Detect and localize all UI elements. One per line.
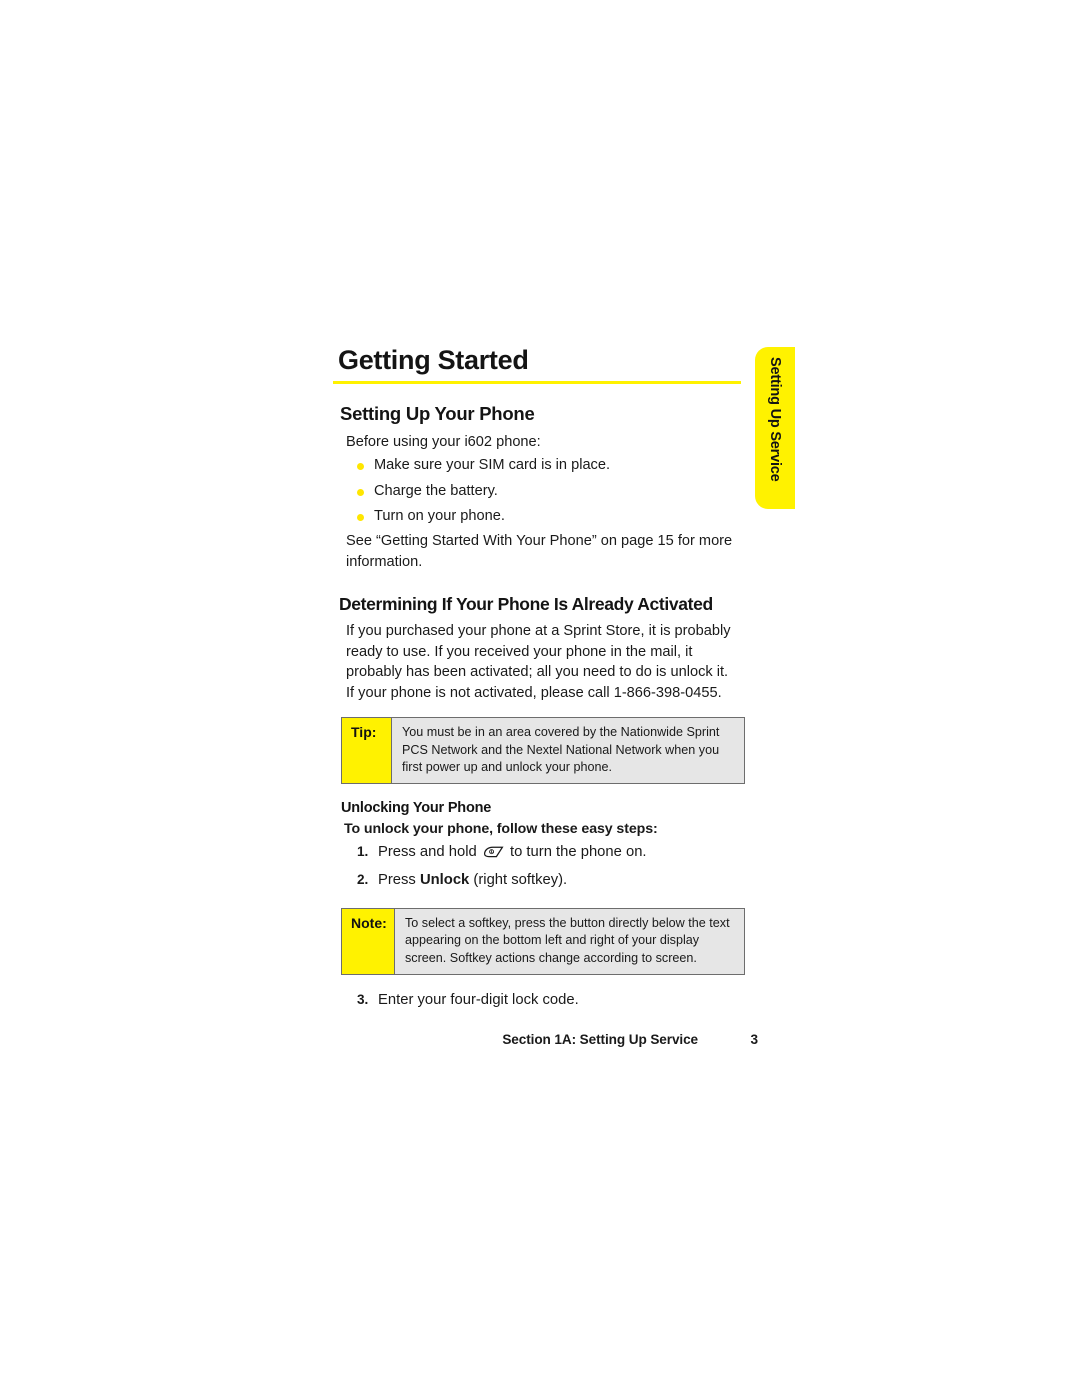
note-callout-text: To select a softkey, press the button di… <box>395 908 744 974</box>
list-item-label: Make sure your SIM card is in place. <box>374 457 611 474</box>
setting-up-bullet-list: Make sure your SIM card is in place. Cha… <box>333 455 743 531</box>
footer-section-label: Section 1A: Setting Up Service <box>502 1032 698 1047</box>
step-text-before: Press <box>378 871 416 888</box>
tip-callout-text: You must be in an area covered by the Na… <box>392 718 744 784</box>
page-content: Getting Started Setting Up Your Phone Be… <box>333 345 745 1014</box>
note-callout-label: Note: <box>342 908 395 974</box>
tip-callout-label: Tip: <box>342 718 392 784</box>
heading-unlocking-your-phone: Unlocking Your Phone <box>341 800 492 817</box>
side-tab-label: Setting Up Service <box>767 357 783 482</box>
bullet-dot-icon <box>357 488 364 496</box>
step-number: 2. <box>357 871 369 887</box>
title-rule <box>333 381 741 385</box>
unlocking-final-step-list: 3. Enter your four-digit lock code. <box>333 989 743 1014</box>
note-callout-box: Note: To select a softkey, press the but… <box>341 907 745 975</box>
page-sheet: Setting Up Service Getting Started Setti… <box>0 0 1080 1397</box>
list-item-label: Turn on your phone. <box>374 507 505 524</box>
list-item-label: Charge the battery. <box>374 482 498 499</box>
step-text-before: Press and hold <box>378 843 477 860</box>
list-item: 3. Enter your four-digit lock code. <box>333 989 743 1014</box>
step-number: 3. <box>357 991 369 1007</box>
list-item: 2. Press Unlock (right softkey). <box>333 869 743 894</box>
list-item: Make sure your SIM card is in place. <box>333 455 743 480</box>
list-item: Turn on your phone. <box>333 506 743 531</box>
step-emphasis-unlock: Unlock <box>419 871 470 888</box>
footer-page-number: 3 <box>750 1032 759 1047</box>
setting-up-intro: Before using your i602 phone: <box>346 433 541 450</box>
step-text: Enter your four-digit lock code. <box>378 991 579 1008</box>
list-item: Charge the battery. <box>333 481 743 506</box>
step-number: 1. <box>357 843 369 859</box>
bullet-dot-icon <box>357 463 364 471</box>
cross-reference-text: See “Getting Started With Your Phone” on… <box>346 533 733 570</box>
list-item: 1. Press and hold to turn the phone on. <box>333 841 743 869</box>
power-key-icon <box>483 844 504 867</box>
bullet-dot-icon <box>357 513 364 521</box>
determining-paragraph: If you purchased your phone at a Sprint … <box>346 623 731 701</box>
section-side-tab: Setting Up Service <box>755 347 795 509</box>
page-footer: Section 1A: Setting Up Service 3 <box>333 1032 758 1047</box>
tip-callout-box: Tip: You must be in an area covered by t… <box>341 717 745 785</box>
chapter-title: Getting Started <box>338 345 529 375</box>
heading-setting-up-your-phone: Setting Up Your Phone <box>340 403 535 425</box>
unlocking-steps-list: 1. Press and hold to turn the phone on. … <box>333 841 743 894</box>
unlocking-lead-in: To unlock your phone, follow these easy … <box>344 820 658 837</box>
step-text-after: (right softkey). <box>473 871 568 888</box>
step-text-after: to turn the phone on. <box>509 843 647 860</box>
heading-determining-activated: Determining If Your Phone Is Already Act… <box>339 594 713 615</box>
